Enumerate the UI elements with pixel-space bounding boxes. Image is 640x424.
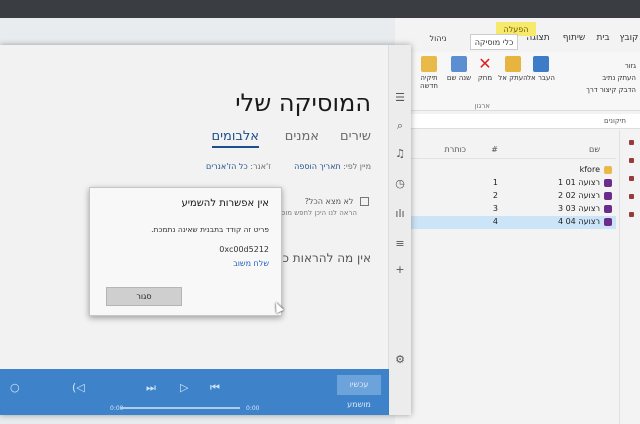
tab-manage[interactable]: ניהול [408, 26, 468, 50]
rename-button[interactable]: שנה שם [444, 56, 474, 100]
file-name: רצועה 02 2 [557, 191, 600, 200]
copy-to-label: העתק אל [498, 74, 528, 82]
move-to-button[interactable]: העבר אל [526, 56, 556, 100]
move-to-icon [533, 56, 549, 72]
tab-songs[interactable]: שירים [340, 129, 371, 144]
tab-file[interactable]: קובץ [618, 26, 640, 50]
audio-file-icon [604, 218, 612, 226]
dialog-message: פריט זה קודד בתבנית שאינה נתמכת. [151, 225, 269, 234]
sort-control[interactable]: מיין לפי: תאריך הוספה [294, 162, 371, 171]
pin-icon [629, 158, 634, 163]
column-title[interactable]: כותרת [445, 145, 466, 154]
empty-state-text: אין מה להראות כאן [271, 251, 371, 265]
file-number: 4 [492, 217, 498, 226]
navigation-pane [619, 130, 640, 424]
file-list-header: שם # כותרת [395, 142, 616, 159]
volume-icon[interactable]: ◁) [72, 381, 85, 394]
file-row[interactable]: רצועה 01 1 1 [395, 177, 616, 190]
file-row[interactable]: רצועה 02 2 2 [395, 190, 616, 203]
move-to-label: העבר אל [527, 74, 555, 82]
page-title: המוסיקה שלי [235, 89, 371, 117]
error-code: 0xc00d5212 [219, 245, 269, 254]
genre-filter[interactable]: ז'אנר: כל הז'אנרים [206, 162, 271, 171]
playlists-icon[interactable]: ≡ [393, 237, 407, 251]
previous-icon[interactable]: ⏮ [210, 381, 220, 395]
tab-home[interactable]: בית [592, 26, 614, 50]
file-name: רצועה 04 4 [557, 217, 600, 226]
pin-icon [629, 140, 634, 145]
column-name[interactable]: שם [589, 145, 600, 154]
paste-shortcut-button[interactable]: הדבק קיצור דרך [586, 86, 636, 94]
delete-x-icon: ✕ [478, 54, 492, 73]
tab-music-tools[interactable]: כלי מוסיקה [470, 34, 518, 50]
tab-albums[interactable]: אלבומים [211, 129, 259, 148]
find-all-checkbox[interactable]: לא מצא הכל? [305, 197, 369, 206]
file-row[interactable]: kfore [395, 164, 616, 177]
time-elapsed: 0:00 [246, 405, 260, 412]
app-nav-rail: ☰ ⌕ ♫ ◷ ılı ≡ + ⚙ [388, 45, 411, 415]
dialog-title: אין אפשרות להשמיע [181, 198, 269, 209]
pin-icon [629, 194, 634, 199]
genre-label: ז'אנר: [250, 162, 271, 171]
tab-artists[interactable]: אמנים [285, 129, 319, 144]
address-bar[interactable]: תיקונים [395, 114, 640, 129]
sort-value: תאריך הוספה [294, 162, 341, 171]
file-name: רצועה 01 1 [557, 178, 600, 187]
file-explorer-window: קובץ בית שיתוף תצוגה הפעלה כלי מוסיקה ני… [395, 18, 640, 424]
next-icon[interactable]: ⏭ [146, 381, 156, 395]
checkbox-label: לא מצא הכל? [304, 197, 354, 206]
now-playing-label[interactable]: עכשיו מושמע [337, 375, 381, 409]
checkbox-box [360, 197, 369, 206]
now-playing-bars-icon[interactable]: ılı [393, 207, 407, 221]
sort-label: מיין לפי: [343, 162, 371, 171]
pin-icon [629, 176, 634, 181]
tab-share[interactable]: שיתוף [560, 26, 588, 50]
recent-clock-icon[interactable]: ◷ [393, 177, 407, 191]
choose-folders-link[interactable]: הראה לנו היכן לחפש מוסיקה [270, 209, 357, 217]
audio-file-icon [604, 192, 612, 200]
rename-icon [451, 56, 467, 72]
send-feedback-link[interactable]: שלח משוב [233, 259, 269, 268]
hamburger-menu-icon[interactable]: ☰ [393, 91, 407, 105]
folder-icon [604, 166, 612, 174]
add-playlist-icon[interactable]: + [393, 263, 407, 277]
copy-to-button[interactable]: העתק אל [498, 56, 528, 100]
new-folder-icon [421, 56, 437, 72]
ribbon-tabs: קובץ בית שיתוף תצוגה הפעלה כלי מוסיקה ני… [395, 22, 640, 52]
genre-value: כל הז'אנרים [206, 162, 248, 171]
file-number: 3 [492, 204, 498, 213]
new-folder-label: תיקיה חדשה [420, 74, 438, 90]
audio-file-icon [604, 205, 612, 213]
close-button[interactable]: סגור [106, 287, 182, 306]
settings-gear-icon[interactable]: ⚙ [393, 353, 407, 367]
desktop-screen: קובץ בית שיתוף תצוגה הפעלה כלי מוסיקה ני… [0, 18, 640, 424]
delete-button[interactable]: ✕ מחק [470, 56, 500, 100]
delete-label: מחק [477, 74, 493, 82]
organize-group-label: ארגון [474, 102, 490, 110]
pin-icon [629, 212, 634, 217]
copy-path-button[interactable]: העתק נתיב [602, 74, 636, 82]
file-row[interactable]: רצועה 03 3 3 [395, 203, 616, 216]
audio-file-icon [604, 179, 612, 187]
error-dialog: אין אפשרות להשמיע פריט זה קודד בתבנית שא… [89, 187, 282, 316]
player-bar: עכשיו מושמע ▷ ⏭ ⏮ ◁) ○ 0:00 0:00 [0, 369, 389, 415]
play-icon[interactable]: ▷ [180, 381, 188, 394]
file-number: 2 [492, 191, 498, 200]
column-number[interactable]: # [491, 145, 498, 154]
file-name: רצועה 03 3 [557, 204, 600, 213]
new-folder-button[interactable]: תיקיה חדשה [414, 56, 444, 100]
file-number: 1 [492, 178, 498, 187]
rename-label: שנה שם [446, 74, 472, 82]
file-row-selected[interactable]: רצועה 04 4 4 [395, 216, 616, 229]
file-name: kfore [579, 165, 600, 174]
cut-button[interactable]: גזור [625, 62, 636, 70]
copy-to-icon [505, 56, 521, 72]
repeat-icon[interactable]: ○ [10, 381, 20, 394]
ribbon: גזור העתק נתיב הדבק קיצור דרך העבר אל הע… [395, 52, 640, 111]
search-icon[interactable]: ⌕ [393, 119, 407, 133]
seek-bar[interactable] [120, 407, 240, 409]
music-note-icon[interactable]: ♫ [393, 147, 407, 161]
